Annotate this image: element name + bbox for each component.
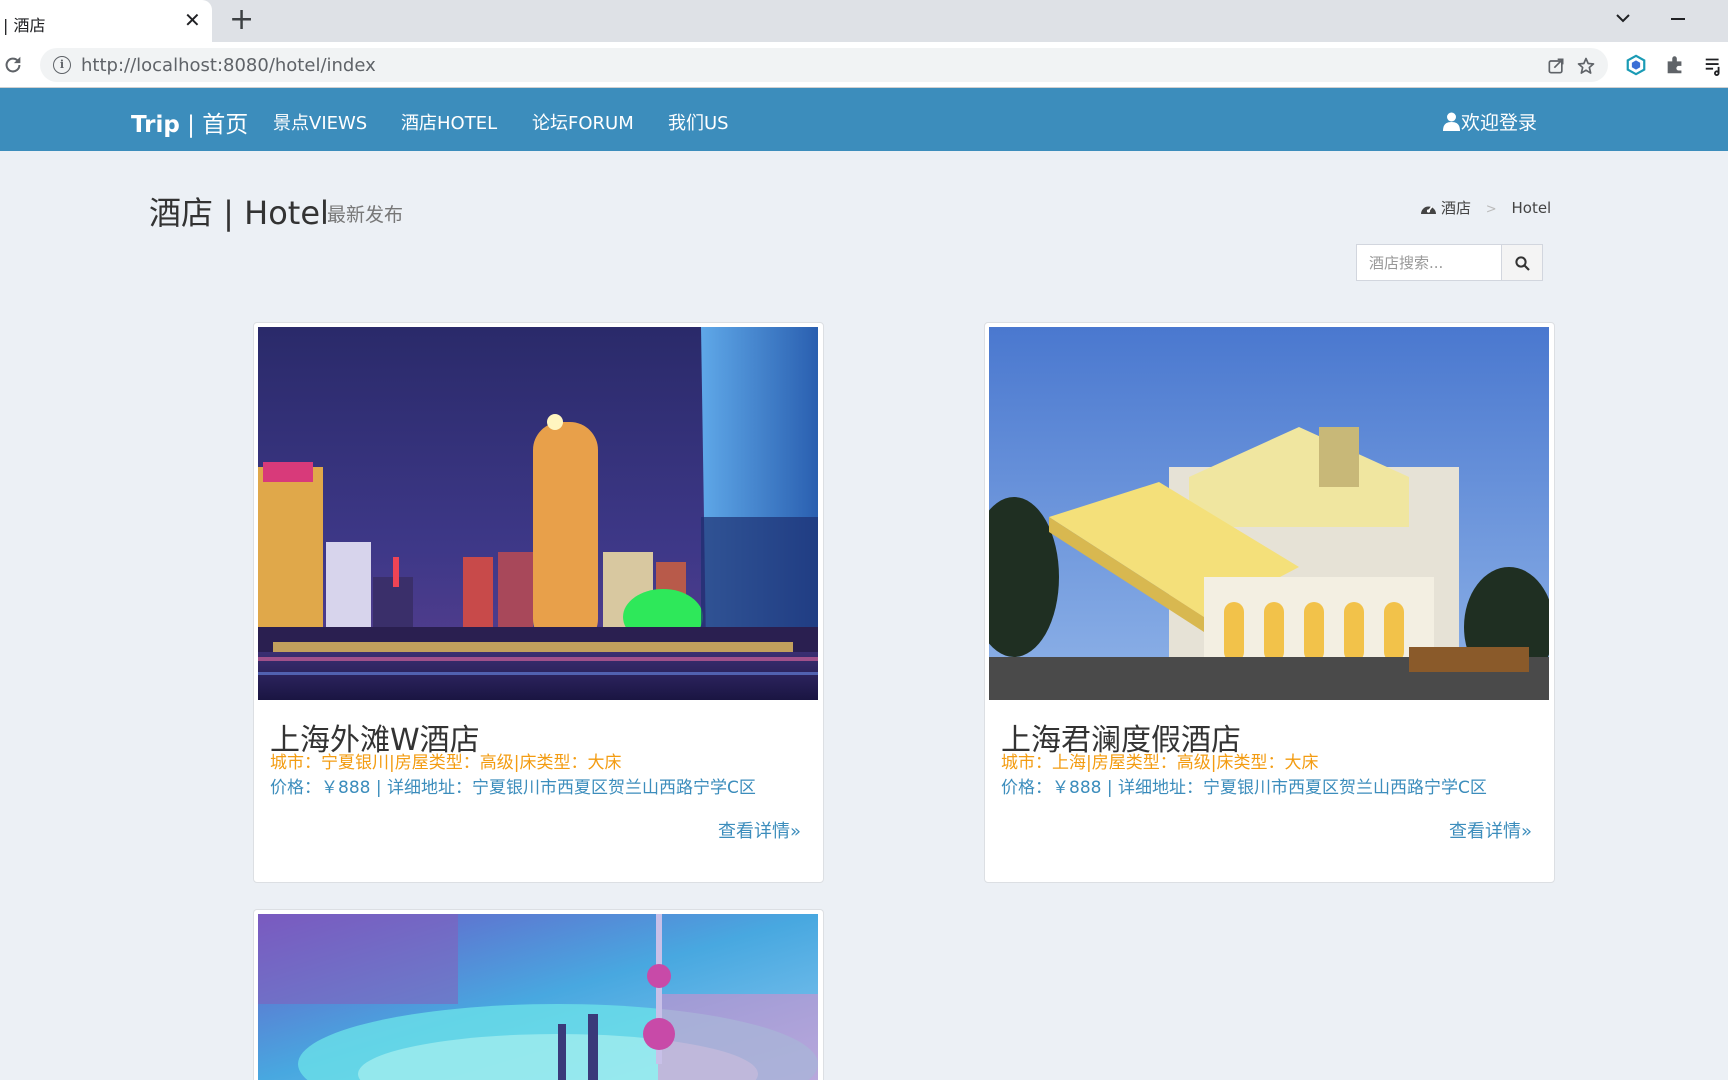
breadcrumb-home-link[interactable]: 酒店: [1420, 199, 1476, 217]
breadcrumb-current: Hotel: [1511, 199, 1552, 217]
tab-title: | 酒店: [3, 16, 46, 35]
dashboard-icon: [1421, 206, 1436, 214]
minimize-window-icon[interactable]: [1671, 18, 1685, 20]
extension-hex-icon[interactable]: [1625, 54, 1647, 76]
hotel-info-line2: 价格：￥888 | 详细地址：宁夏银川市西夏区贺兰山西路宁学C区: [270, 778, 756, 798]
bookmark-star-icon[interactable]: [1576, 56, 1596, 76]
site-navbar: Trip | 首页 景点VIEWS 酒店HOTEL 论坛FORUM 我们US 欢…: [0, 88, 1728, 151]
browser-address-bar: i http://localhost:8080/hotel/index: [0, 42, 1728, 88]
view-details-link[interactable]: 查看详情»: [718, 817, 801, 843]
hotel-card: 上海君澜度假酒店 城市：上海|房屋类型：高级|床类型：大床 价格：￥888 | …: [984, 322, 1555, 883]
page-subtitle: 最新发布: [327, 204, 404, 226]
reload-icon[interactable]: [2, 54, 24, 76]
url-text[interactable]: http://localhost:8080/hotel/index: [81, 55, 376, 76]
search-button[interactable]: [1501, 244, 1543, 281]
extensions-puzzle-icon[interactable]: [1664, 54, 1686, 76]
login-link[interactable]: 欢迎登录: [1443, 108, 1537, 135]
hotel-info-line1: 城市：上海|房屋类型：高级|床类型：大床: [1001, 753, 1319, 773]
hotel-photo[interactable]: [258, 914, 818, 1080]
page-title: 酒店 | Hotel: [149, 194, 329, 232]
search-icon: [1515, 256, 1530, 271]
brand-home-link[interactable]: Trip | 首页: [131, 105, 248, 139]
hotel-card: 上海外滩W酒店 城市：宁夏银川|房屋类型：高级|床类型：大床 价格：￥888 |…: [253, 322, 824, 883]
browser-tab[interactable]: | 酒店 ✕: [0, 0, 212, 42]
reading-list-icon[interactable]: [1703, 54, 1725, 76]
breadcrumb-separator: >: [1485, 202, 1497, 217]
browser-tab-bar: | 酒店 ✕ +: [0, 0, 1728, 42]
nav-item-forum[interactable]: 论坛FORUM: [532, 109, 634, 135]
view-details-link[interactable]: 查看详情»: [1449, 817, 1532, 843]
close-tab-icon[interactable]: ✕: [184, 9, 201, 31]
hotel-card: [253, 909, 824, 1080]
nav-item-hotel[interactable]: 酒店HOTEL: [401, 109, 497, 135]
nav-item-us[interactable]: 我们US: [668, 109, 729, 135]
url-bar[interactable]: i http://localhost:8080/hotel/index: [40, 48, 1608, 82]
hotel-photo[interactable]: [258, 327, 818, 700]
user-icon: [1443, 112, 1460, 131]
hotel-info-line2: 价格：￥888 | 详细地址：宁夏银川市西夏区贺兰山西路宁学C区: [1001, 778, 1487, 798]
nav-item-views[interactable]: 景点VIEWS: [273, 109, 367, 135]
site-info-icon[interactable]: i: [53, 56, 71, 74]
hotel-photo[interactable]: [989, 327, 1549, 700]
chevron-down-icon[interactable]: [1611, 6, 1635, 30]
new-tab-icon[interactable]: +: [229, 5, 254, 35]
hotel-search-input[interactable]: [1356, 244, 1502, 281]
hotel-info-line1: 城市：宁夏银川|房屋类型：高级|床类型：大床: [270, 753, 622, 773]
login-label: 欢迎登录: [1461, 112, 1538, 134]
share-icon[interactable]: [1546, 56, 1566, 76]
breadcrumb: 酒店 > Hotel: [1420, 197, 1551, 218]
